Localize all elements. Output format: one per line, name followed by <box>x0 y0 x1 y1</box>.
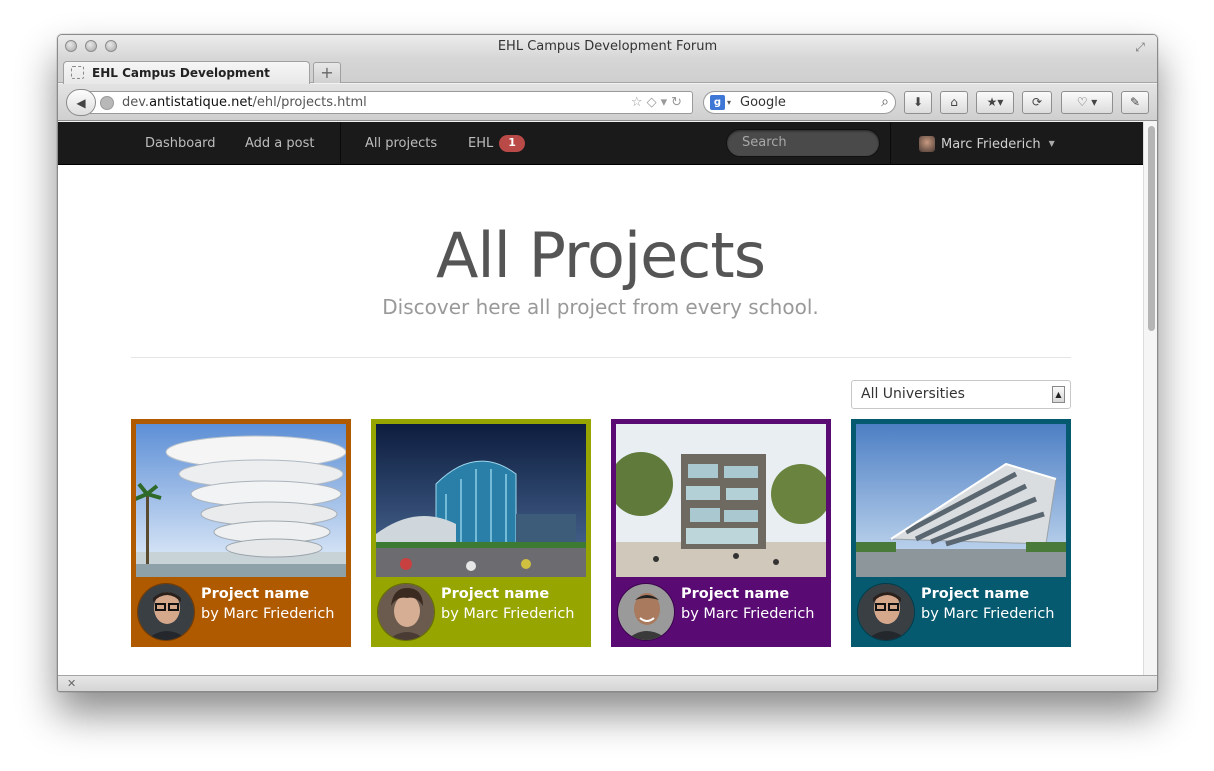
url-action-icons: ☆◇▾↻ <box>631 92 686 113</box>
sync-button[interactable]: ⟳ <box>1022 91 1052 114</box>
project-title[interactable]: Project name <box>681 586 789 602</box>
back-arrow-icon: ◀ <box>76 96 86 110</box>
project-card[interactable]: Project name by Marc Friederich <box>131 419 351 647</box>
search-input[interactable]: Search <box>726 129 880 157</box>
page-title: All Projects <box>436 219 766 292</box>
project-footer: Project name by Marc Friederich <box>136 577 346 642</box>
tab-bar: EHL Campus Development Forum + <box>58 59 1157 102</box>
sync-icon: ⟳ <box>1031 95 1043 109</box>
project-title[interactable]: Project name <box>441 586 549 602</box>
wrench-icon: ✎ <box>1129 95 1141 109</box>
nav-ehl-label: EHL <box>468 136 494 151</box>
window-title: EHL Campus Development Forum <box>497 39 718 54</box>
home-icon: ⌂ <box>950 95 958 109</box>
pocket-button[interactable]: ♡ ▾ <box>1061 91 1113 114</box>
nav-all-projects[interactable]: All projects <box>365 122 437 165</box>
bookmark-star-icon[interactable]: ☆ <box>631 95 647 110</box>
reload-icon[interactable]: ↻ <box>671 95 686 110</box>
caret-down-icon: ▼ <box>1048 139 1055 148</box>
bookmarks-button[interactable]: ★▾ <box>976 91 1014 114</box>
project-image[interactable] <box>376 424 586 577</box>
divider <box>131 357 1071 358</box>
nav-ehl[interactable]: EHL 1 <box>468 122 525 165</box>
zoom-window-button[interactable] <box>105 40 117 52</box>
tools-button[interactable]: ✎ <box>1121 91 1149 114</box>
project-image[interactable] <box>616 424 826 577</box>
search-engine-box[interactable]: g ▾ Google ⌕ <box>703 91 896 114</box>
nav-dashboard[interactable]: Dashboard <box>145 122 216 165</box>
project-card[interactable]: Project name by Marc Friederich <box>611 419 831 647</box>
page-favicon-icon <box>71 66 84 79</box>
project-card[interactable]: Project name by Marc Friederich <box>371 419 591 647</box>
google-icon[interactable]: g <box>710 95 725 110</box>
url-prefix: dev. <box>122 95 150 110</box>
magnifier-icon[interactable]: ⌕ <box>881 92 889 113</box>
project-author[interactable]: by Marc Friederich <box>921 606 1055 622</box>
url-host: antistatique.net <box>149 95 253 110</box>
nav-divider <box>340 122 341 165</box>
address-bar[interactable]: dev.antistatique.net/ehl/projects.html ☆… <box>88 91 693 114</box>
user-name: Marc Friederich <box>941 137 1041 152</box>
scrollbar-thumb[interactable] <box>1148 126 1155 331</box>
page-viewport: Dashboard Add a post All projects EHL 1 S… <box>58 122 1143 675</box>
nav-add-post[interactable]: Add a post <box>245 122 314 165</box>
author-avatar[interactable] <box>137 583 195 641</box>
project-image[interactable] <box>856 424 1066 577</box>
back-button[interactable]: ◀ <box>66 89 96 116</box>
project-footer: Project name by Marc Friederich <box>856 577 1066 642</box>
user-menu[interactable]: Marc Friederich ▼ <box>919 122 1055 165</box>
url-path: /ehl/projects.html <box>252 95 367 110</box>
user-avatar <box>919 136 935 152</box>
status-bar: ✕ <box>58 675 1157 691</box>
bookmarks-icon: ★▾ <box>986 95 1004 109</box>
browser-toolbar: dev.antistatique.net/ehl/projects.html ☆… <box>58 84 1157 121</box>
globe-icon <box>100 96 114 110</box>
fullscreen-icon[interactable]: ⤢ <box>1133 40 1147 54</box>
author-avatar[interactable] <box>377 583 435 641</box>
project-footer: Project name by Marc Friederich <box>376 577 586 642</box>
plus-icon: + <box>320 63 334 82</box>
engine-caret-icon[interactable]: ▾ <box>727 92 731 113</box>
notification-badge: 1 <box>499 135 525 152</box>
download-arrow-icon: ⬇ <box>912 95 924 109</box>
page-subtitle: Discover here all project from every sch… <box>382 295 819 319</box>
author-avatar[interactable] <box>857 583 915 641</box>
dropdown-arrow-icon[interactable]: ▾ <box>661 95 672 110</box>
project-footer: Project name by Marc Friederich <box>616 577 826 642</box>
minimize-window-button[interactable] <box>85 40 97 52</box>
new-tab-button[interactable]: + <box>313 62 341 83</box>
search-engine-label: Google <box>740 95 786 110</box>
author-avatar[interactable] <box>617 583 675 641</box>
project-title[interactable]: Project name <box>201 586 309 602</box>
pocket-save-icon: ♡ ▾ <box>1076 95 1098 109</box>
project-image[interactable] <box>136 424 346 577</box>
project-title[interactable]: Project name <box>921 586 1029 602</box>
project-author[interactable]: by Marc Friederich <box>681 606 815 622</box>
university-filter-select[interactable]: All Universities ▲ <box>851 380 1071 409</box>
title-bar: EHL Campus Development Forum ⤢ <box>58 35 1157 59</box>
select-arrow-icon: ▲ <box>1052 386 1065 403</box>
vertical-scrollbar[interactable] <box>1143 122 1157 675</box>
home-button[interactable]: ⌂ <box>940 91 968 114</box>
downloads-button[interactable]: ⬇ <box>904 91 932 114</box>
browser-window: EHL Campus Development Forum ⤢ EHL Campu… <box>57 34 1158 692</box>
project-author[interactable]: by Marc Friederich <box>441 606 575 622</box>
project-author[interactable]: by Marc Friederich <box>201 606 335 622</box>
close-window-button[interactable] <box>65 40 77 52</box>
nav-divider-user <box>890 122 891 165</box>
project-card[interactable]: Project name by Marc Friederich <box>851 419 1071 647</box>
tab-active[interactable]: EHL Campus Development Forum <box>63 61 310 102</box>
pocket-icon[interactable]: ◇ <box>647 95 661 110</box>
university-filter-value: All Universities <box>861 386 965 402</box>
site-navbar: Dashboard Add a post All projects EHL 1 S… <box>58 122 1143 165</box>
close-addon-bar-icon[interactable]: ✕ <box>67 677 76 690</box>
